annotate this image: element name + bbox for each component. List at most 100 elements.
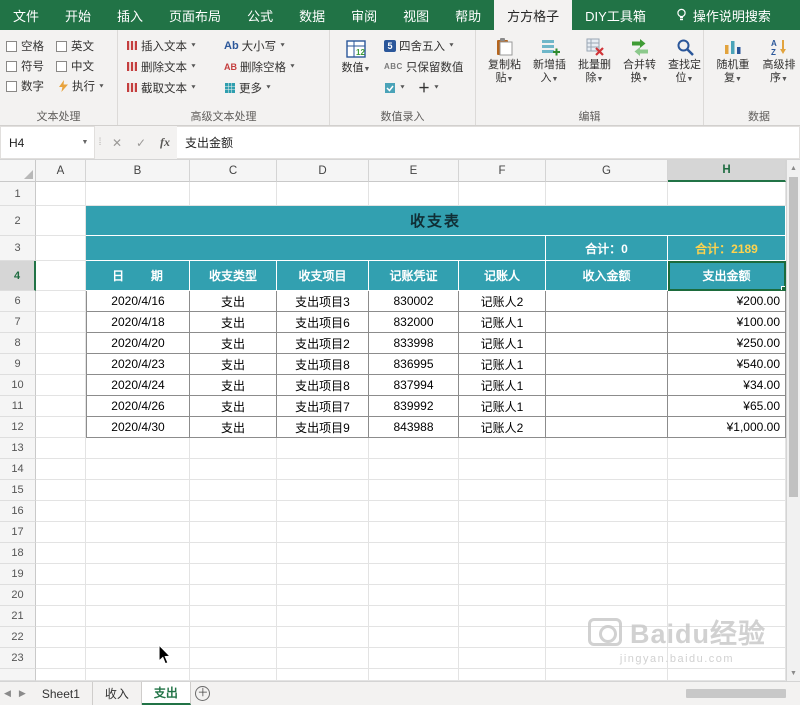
row-header[interactable]: 8 [0, 333, 36, 354]
row-header[interactable]: 9 [0, 354, 36, 375]
row-header[interactable]: 23 [0, 648, 36, 669]
cell[interactable] [668, 585, 786, 606]
cell-project[interactable]: 支出项目6 [277, 312, 369, 333]
cell[interactable] [277, 438, 369, 459]
cell[interactable] [36, 182, 86, 206]
row-header[interactable]: 1 [0, 182, 36, 206]
cell[interactable] [459, 543, 546, 564]
cell[interactable] [86, 648, 190, 669]
cell[interactable] [277, 627, 369, 648]
cell[interactable] [277, 648, 369, 669]
cell[interactable] [546, 543, 668, 564]
tab-help[interactable]: 帮助 [442, 0, 494, 30]
cell-income[interactable] [546, 417, 668, 438]
cell[interactable] [546, 522, 668, 543]
cell[interactable] [668, 648, 786, 669]
cell-voucher[interactable]: 836995 [369, 354, 459, 375]
cell-recorder[interactable]: 记账人1 [459, 333, 546, 354]
delete-space-button[interactable]: AB 删除空格 ▼ [222, 57, 298, 76]
column-header-d[interactable]: D [277, 160, 369, 182]
cell[interactable] [86, 459, 190, 480]
row-header[interactable] [0, 669, 36, 681]
cell[interactable] [36, 648, 86, 669]
cell[interactable] [369, 627, 459, 648]
cell[interactable] [36, 627, 86, 648]
cell[interactable] [86, 606, 190, 627]
cell[interactable] [86, 182, 190, 206]
cell[interactable] [369, 522, 459, 543]
cell-type[interactable]: 支出 [190, 396, 277, 417]
tab-home[interactable]: 开始 [52, 0, 104, 30]
cell[interactable] [277, 480, 369, 501]
checkbox-chinese[interactable]: 中文 [56, 58, 108, 74]
row-header[interactable]: 11 [0, 396, 36, 417]
row-header[interactable]: 12 [0, 417, 36, 438]
cell-expense[interactable]: ¥1,000.00 [668, 417, 786, 438]
name-box-value[interactable]: H4 [1, 136, 76, 150]
cell-expense[interactable]: ¥250.00 [668, 333, 786, 354]
cell[interactable] [668, 459, 786, 480]
cell[interactable] [36, 375, 86, 396]
cell[interactable] [277, 585, 369, 606]
tab-fangfang-gezi[interactable]: 方方格子 [494, 0, 573, 30]
header-cell-voucher[interactable]: 记账凭证 [369, 261, 459, 291]
cell[interactable] [277, 459, 369, 480]
tab-page-layout[interactable]: 页面布局 [156, 0, 234, 30]
cell[interactable] [190, 522, 277, 543]
cell-recorder[interactable]: 记账人1 [459, 354, 546, 375]
column-header-c[interactable]: C [190, 160, 277, 182]
cell[interactable] [459, 606, 546, 627]
cell[interactable] [459, 522, 546, 543]
find-locate-button[interactable]: 查找定位▼ [662, 35, 707, 88]
tab-file[interactable]: 文件 [0, 0, 52, 30]
cell[interactable] [36, 312, 86, 333]
cell-income[interactable] [546, 333, 668, 354]
cell-project[interactable]: 支出项目9 [277, 417, 369, 438]
column-header-f[interactable]: F [459, 160, 546, 182]
cell[interactable] [36, 333, 86, 354]
header-cell-recorder[interactable]: 记账人 [459, 261, 546, 291]
plus-option-button[interactable]: ＋ ▼ [416, 78, 442, 97]
cell[interactable] [190, 606, 277, 627]
tab-view[interactable]: 视图 [390, 0, 442, 30]
advanced-sort-button[interactable]: AZ 高级排序▼ [756, 35, 800, 88]
more-button[interactable]: 更多 ▼ [222, 78, 274, 97]
cell-voucher[interactable]: 833998 [369, 333, 459, 354]
cell-type[interactable]: 支出 [190, 291, 277, 312]
scrollbar-thumb[interactable] [789, 177, 798, 497]
cell[interactable] [546, 501, 668, 522]
cell[interactable] [546, 648, 668, 669]
vertical-scrollbar[interactable]: ▲ ▼ [786, 160, 800, 681]
tab-diy-toolbox[interactable]: DIY工具箱 [572, 0, 659, 30]
cell[interactable] [459, 564, 546, 585]
cell[interactable] [668, 606, 786, 627]
sheet-prev-icon[interactable]: ◀ [4, 688, 11, 699]
row-header[interactable]: 7 [0, 312, 36, 333]
cell[interactable] [190, 438, 277, 459]
cell[interactable] [86, 669, 190, 681]
column-header-a[interactable]: A [36, 160, 86, 182]
cell[interactable] [277, 182, 369, 206]
cell[interactable] [459, 501, 546, 522]
checkbox-icon[interactable] [6, 40, 17, 52]
cell[interactable] [369, 606, 459, 627]
cell[interactable] [459, 459, 546, 480]
cell-type[interactable]: 支出 [190, 375, 277, 396]
cell-date[interactable]: 2020/4/20 [86, 333, 190, 354]
cell[interactable] [668, 182, 786, 206]
cell[interactable] [86, 522, 190, 543]
cell[interactable] [36, 459, 86, 480]
sheet-tab-expense-active[interactable]: 支出 [141, 682, 191, 705]
cell-recorder[interactable]: 记账人1 [459, 375, 546, 396]
cell-voucher[interactable]: 830002 [369, 291, 459, 312]
checkbox-icon[interactable] [56, 40, 67, 52]
formula-input[interactable]: 支出金额 [177, 126, 800, 159]
cell-income[interactable] [546, 291, 668, 312]
cell[interactable] [369, 543, 459, 564]
row-header[interactable]: 2 [0, 206, 36, 236]
cell[interactable] [277, 669, 369, 681]
cell-type[interactable]: 支出 [190, 312, 277, 333]
cancel-button[interactable]: ✕ [105, 126, 129, 159]
header-cell-type[interactable]: 收支类型 [190, 261, 277, 291]
sheet-tab-income[interactable]: 收入 [93, 682, 142, 705]
